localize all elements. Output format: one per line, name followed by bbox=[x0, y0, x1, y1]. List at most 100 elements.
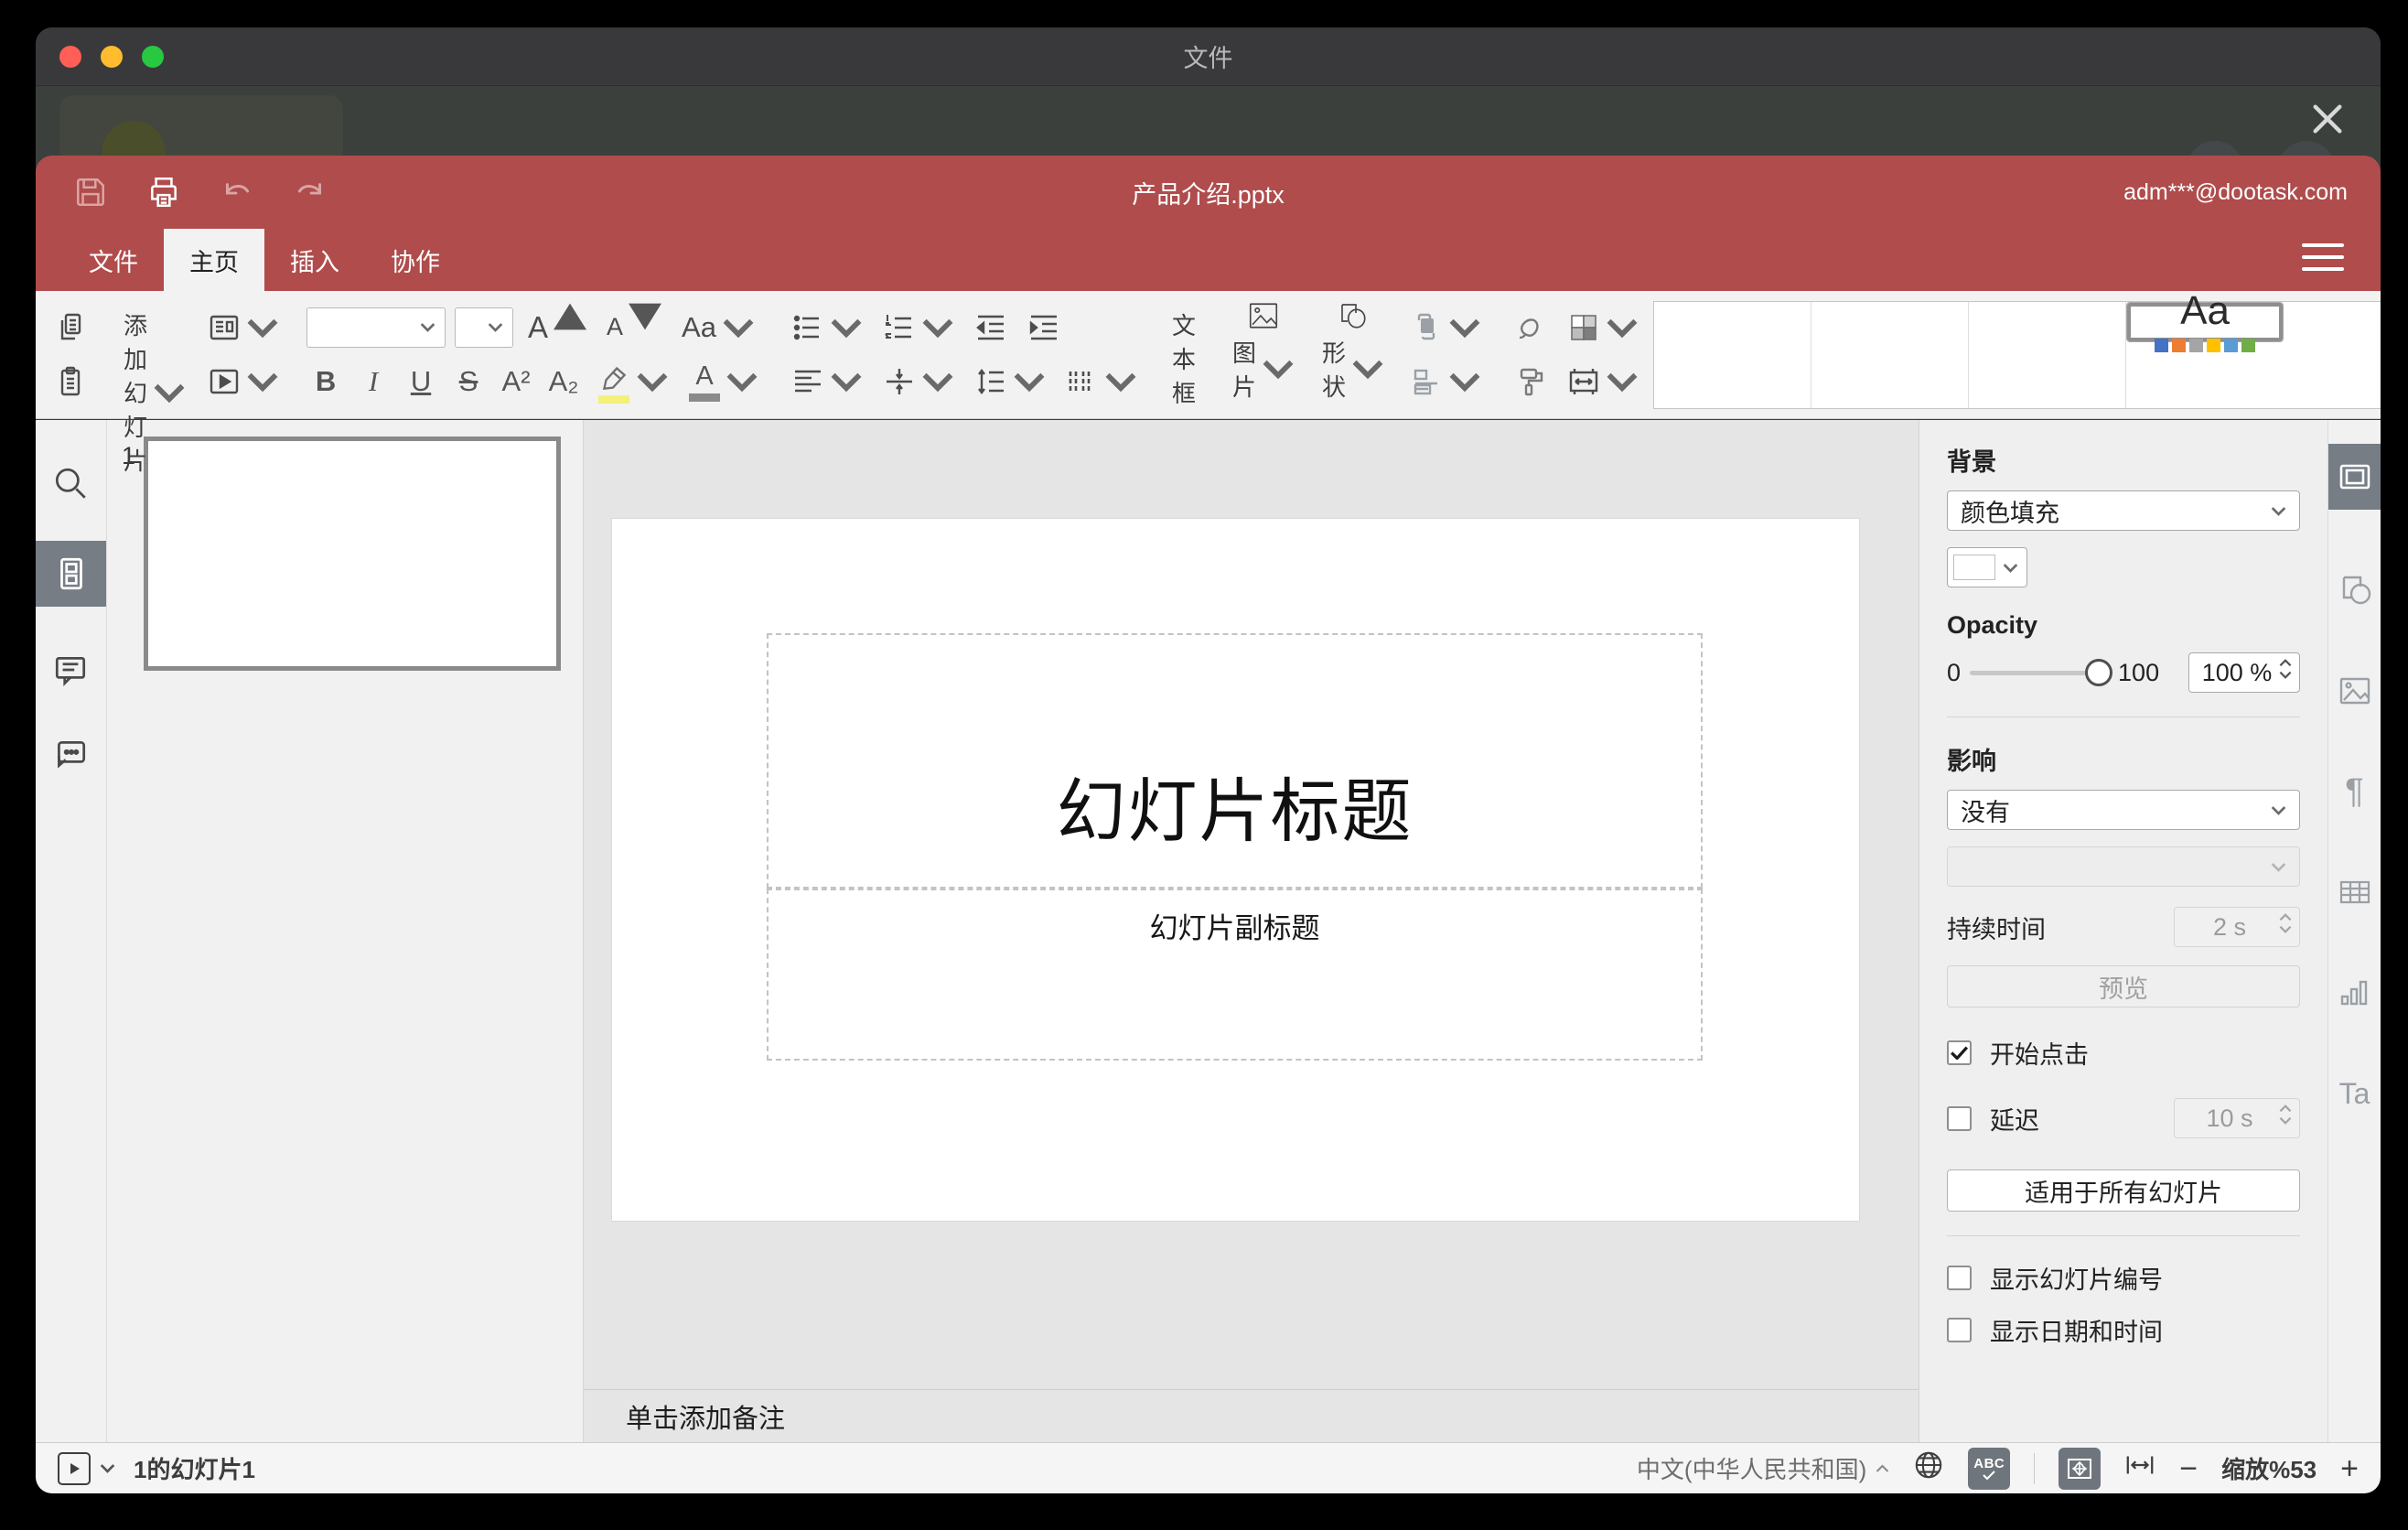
insert-image-button[interactable]: 图片 bbox=[1225, 298, 1302, 406]
vertical-align-button[interactable] bbox=[877, 358, 960, 405]
font-color-button[interactable]: A bbox=[683, 358, 764, 405]
theme-option-5[interactable] bbox=[2284, 302, 2381, 408]
zoom-out-button[interactable]: − bbox=[2179, 1453, 2198, 1484]
tab-home[interactable]: 主页 bbox=[164, 229, 264, 291]
language-selector[interactable]: 中文(中华人民共和国) bbox=[1637, 1451, 1889, 1485]
show-date-time-checkbox-unchecked[interactable] bbox=[1947, 1318, 1972, 1342]
opacity-spinner[interactable]: 100 % bbox=[2188, 652, 2300, 693]
effect-type-select-disabled[interactable] bbox=[1947, 846, 2300, 887]
search-icon[interactable] bbox=[51, 464, 91, 504]
print-icon[interactable] bbox=[144, 172, 184, 212]
spellcheck-toggle-active[interactable]: ABC bbox=[1968, 1447, 2011, 1490]
opacity-slider[interactable] bbox=[1970, 659, 2113, 686]
tab-collaboration[interactable]: 协作 bbox=[365, 229, 466, 291]
tab-file[interactable]: 文件 bbox=[63, 229, 164, 291]
tab-insert[interactable]: 插入 bbox=[264, 229, 365, 291]
fit-to-slide-toggle-active[interactable] bbox=[2059, 1447, 2102, 1490]
show-slide-number-checkbox-unchecked[interactable] bbox=[1947, 1266, 1972, 1290]
slide-1[interactable]: 幻灯片标题 幻灯片副标题 bbox=[611, 518, 1860, 1222]
opacity-slider-knob[interactable] bbox=[2085, 659, 2113, 686]
strikethrough-button[interactable]: S bbox=[449, 365, 488, 398]
underline-button[interactable]: U bbox=[402, 365, 440, 398]
zoom-in-button[interactable]: + bbox=[2340, 1453, 2359, 1484]
chat-icon[interactable] bbox=[51, 735, 91, 775]
line-spacing-button[interactable] bbox=[969, 358, 1051, 405]
maximize-traffic-light[interactable] bbox=[142, 45, 164, 68]
clear-style-button[interactable] bbox=[1509, 304, 1553, 351]
background-fill-select[interactable]: 颜色填充 bbox=[1947, 490, 2300, 531]
apply-to-all-slides-button[interactable]: 适用于所有幻灯片 bbox=[1947, 1169, 2300, 1212]
add-slide-button[interactable]: 添加幻灯片 bbox=[116, 298, 193, 475]
subscript-button[interactable]: A₂ bbox=[544, 365, 583, 398]
color-scheme-button[interactable] bbox=[1562, 304, 1644, 351]
notes-area[interactable]: 单击添加备注 bbox=[584, 1389, 1919, 1442]
highlight-color-button[interactable] bbox=[592, 358, 674, 405]
copy-button[interactable] bbox=[50, 304, 94, 351]
italic-button[interactable]: I bbox=[354, 365, 392, 398]
text-art-settings-tab[interactable]: Ta bbox=[2335, 1073, 2375, 1114]
theme-option-3[interactable] bbox=[1969, 301, 2127, 408]
slide-settings-tab-selected[interactable] bbox=[2328, 444, 2381, 510]
columns-button[interactable] bbox=[1060, 358, 1143, 405]
bold-button[interactable]: B bbox=[306, 365, 345, 398]
slide-thumbnail-1[interactable] bbox=[144, 436, 561, 671]
save-icon[interactable] bbox=[70, 172, 111, 212]
table-settings-tab[interactable] bbox=[2335, 872, 2375, 912]
paragraph-settings-tab[interactable]: ¶ bbox=[2335, 771, 2375, 812]
increase-font-size-button[interactable]: A bbox=[522, 303, 592, 351]
delay-spinner[interactable]: 10 s bbox=[2174, 1098, 2300, 1138]
minimize-traffic-light[interactable] bbox=[101, 45, 123, 68]
theme-option-1[interactable] bbox=[1654, 301, 1812, 408]
window-title: 文件 bbox=[1183, 45, 1233, 72]
start-slideshow-button[interactable] bbox=[202, 358, 285, 405]
image-settings-tab[interactable] bbox=[2335, 671, 2375, 711]
font-group: A A Aa B I U S A² A₂ A bbox=[306, 298, 764, 411]
increase-indent-button[interactable] bbox=[1022, 304, 1066, 351]
horizontal-align-button[interactable] bbox=[786, 358, 868, 405]
duration-spinner[interactable]: 2 s bbox=[2174, 907, 2300, 947]
align-shape-button[interactable] bbox=[1404, 358, 1487, 405]
change-case-button[interactable]: Aa bbox=[676, 304, 760, 351]
copy-style-button[interactable] bbox=[1509, 358, 1553, 405]
decrease-font-size-button[interactable]: A bbox=[601, 303, 667, 351]
fit-to-width-button[interactable] bbox=[2124, 1451, 2155, 1485]
spinner-arrows[interactable] bbox=[2279, 659, 2292, 679]
theme-option-4-selected[interactable]: Aa bbox=[2126, 291, 2284, 352]
font-name-combobox[interactable] bbox=[306, 307, 446, 348]
numbering-button[interactable] bbox=[877, 304, 960, 351]
paste-button[interactable] bbox=[50, 358, 94, 405]
slide-title-placeholder[interactable]: 幻灯片标题 bbox=[767, 633, 1703, 889]
arrange-shape-button[interactable] bbox=[1404, 304, 1487, 351]
close-traffic-light[interactable] bbox=[59, 45, 81, 68]
decrease-indent-button[interactable] bbox=[969, 304, 1013, 351]
globe-icon[interactable] bbox=[1913, 1449, 1944, 1487]
color-swatch bbox=[1953, 555, 1995, 580]
undo-icon[interactable] bbox=[217, 172, 257, 212]
opacity-max: 100 bbox=[2118, 658, 2160, 686]
font-size-combobox[interactable] bbox=[455, 307, 514, 348]
change-layout-button[interactable] bbox=[202, 304, 285, 351]
slide-size-button[interactable] bbox=[1562, 358, 1644, 405]
delay-checkbox-unchecked[interactable] bbox=[1947, 1105, 1972, 1131]
status-bar: 1的幻灯片1 中文(中华人民共和国) ABC − 缩放%53 + bbox=[36, 1442, 2381, 1493]
slide-subtitle-placeholder[interactable]: 幻灯片副标题 bbox=[767, 889, 1703, 1061]
shape-settings-tab[interactable] bbox=[2335, 570, 2375, 610]
document-title[interactable]: 产品介绍.pptx bbox=[1132, 175, 1285, 210]
background-color-picker[interactable] bbox=[1947, 547, 2027, 587]
slides-panel-toggle-selected[interactable] bbox=[36, 541, 106, 607]
insert-shape-button[interactable]: 形状 bbox=[1315, 298, 1392, 406]
preview-button[interactable]: 预览 bbox=[1947, 965, 2300, 1007]
start-slideshow-status-button[interactable] bbox=[58, 1451, 91, 1485]
comments-icon[interactable] bbox=[51, 651, 91, 691]
bullets-button[interactable] bbox=[786, 304, 868, 351]
redo-icon[interactable] bbox=[290, 172, 330, 212]
background-app-strip bbox=[36, 86, 2381, 205]
start-on-click-checkbox-checked[interactable] bbox=[1947, 1040, 1972, 1065]
effect-select[interactable]: 没有 bbox=[1947, 790, 2300, 830]
close-icon[interactable] bbox=[2307, 101, 2348, 137]
insert-textbox-button[interactable]: 文本框 bbox=[1165, 298, 1212, 407]
menu-icon[interactable] bbox=[2302, 243, 2344, 271]
theme-option-2[interactable] bbox=[1811, 301, 1970, 408]
superscript-button[interactable]: A² bbox=[497, 365, 535, 398]
chart-settings-tab[interactable] bbox=[2335, 973, 2375, 1013]
